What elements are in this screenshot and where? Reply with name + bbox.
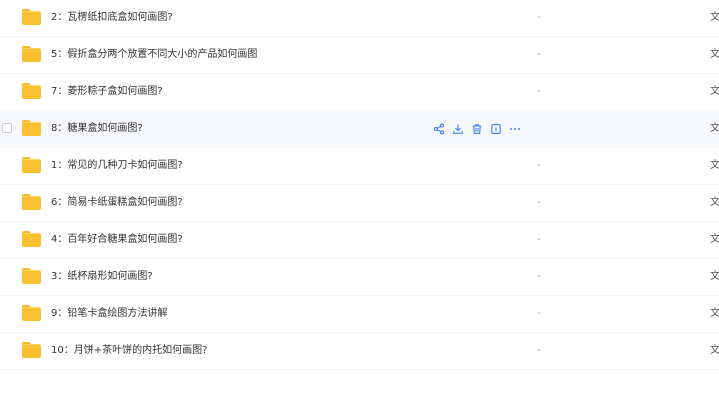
file-type: 文 — [710, 234, 719, 245]
file-row[interactable]: 5：假折盒分两个放置不同大小的产品如何画图 - 文 — [0, 37, 719, 74]
file-size: - — [537, 345, 541, 356]
info-icon[interactable] — [490, 123, 502, 135]
folder-icon — [22, 9, 41, 25]
more-icon[interactable] — [509, 123, 521, 135]
file-type: 文 — [710, 49, 719, 60]
file-size: - — [537, 86, 541, 97]
file-name[interactable]: 8：糖果盒如何画图? — [51, 111, 143, 147]
file-type: 文 — [710, 160, 719, 171]
file-row[interactable]: 9：铅笔卡盒绘图方法讲解 - 文 — [0, 296, 719, 333]
file-size: - — [537, 308, 541, 319]
file-row[interactable]: 7：菱形粽子盒如何画图? - 文 — [0, 74, 719, 111]
file-size: - — [537, 49, 541, 60]
file-name[interactable]: 5：假折盒分两个放置不同大小的产品如何画图 — [51, 37, 257, 73]
file-row[interactable]: 10：月饼+茶叶饼的内托如何画图? - 文 — [0, 333, 719, 370]
file-size: - — [537, 197, 541, 208]
file-row[interactable]: 1：常见的几种刀卡如何画图? - 文 — [0, 148, 719, 185]
file-name[interactable]: 10：月饼+茶叶饼的内托如何画图? — [51, 333, 207, 369]
share-icon[interactable] — [433, 123, 445, 135]
delete-icon[interactable] — [471, 123, 483, 135]
folder-icon — [22, 120, 41, 136]
file-type: 文 — [710, 197, 719, 208]
file-name[interactable]: 3：纸杯扇形如何画图? — [51, 259, 153, 295]
file-name[interactable]: 7：菱形粽子盒如何画图? — [51, 74, 163, 110]
folder-icon — [22, 342, 41, 358]
folder-icon — [22, 83, 41, 99]
file-type: 文 — [710, 345, 719, 356]
file-row[interactable]: 6：简易卡纸蛋糕盒如何画图? - 文 — [0, 185, 719, 222]
file-size: - — [537, 234, 541, 245]
download-icon[interactable] — [452, 123, 464, 135]
folder-icon — [22, 157, 41, 173]
file-name[interactable]: 1：常见的几种刀卡如何画图? — [51, 148, 183, 184]
folder-icon — [22, 194, 41, 210]
file-name[interactable]: 2：瓦楞纸扣底盒如何画图? — [51, 0, 173, 36]
row-checkbox[interactable] — [2, 123, 12, 133]
file-row[interactable]: 4：百年好合糖果盒如何画图? - 文 — [0, 222, 719, 259]
file-name[interactable]: 6：简易卡纸蛋糕盒如何画图? — [51, 185, 183, 221]
folder-icon — [22, 305, 41, 321]
file-row[interactable]: 3：纸杯扇形如何画图? - 文 — [0, 259, 719, 296]
file-name[interactable]: 4：百年好合糖果盒如何画图? — [51, 222, 183, 258]
file-list: 2：瓦楞纸扣底盒如何画图? - 文 5：假折盒分两个放置不同大小的产品如何画图 … — [0, 0, 719, 370]
file-row-hovered[interactable]: 8：糖果盒如何画图? 文 — [0, 111, 719, 148]
file-type: 文 — [710, 12, 719, 23]
folder-icon — [22, 46, 41, 62]
file-type: 文 — [710, 86, 719, 97]
file-row[interactable]: 2：瓦楞纸扣底盒如何画图? - 文 — [0, 0, 719, 37]
file-type: 文 — [710, 308, 719, 319]
file-size: - — [537, 160, 541, 171]
folder-icon — [22, 268, 41, 284]
file-name[interactable]: 9：铅笔卡盒绘图方法讲解 — [51, 296, 167, 332]
file-size: - — [537, 271, 541, 282]
folder-icon — [22, 231, 41, 247]
file-type: 文 — [710, 123, 719, 134]
file-type: 文 — [710, 271, 719, 282]
file-size: - — [537, 12, 541, 23]
row-actions — [433, 122, 521, 136]
